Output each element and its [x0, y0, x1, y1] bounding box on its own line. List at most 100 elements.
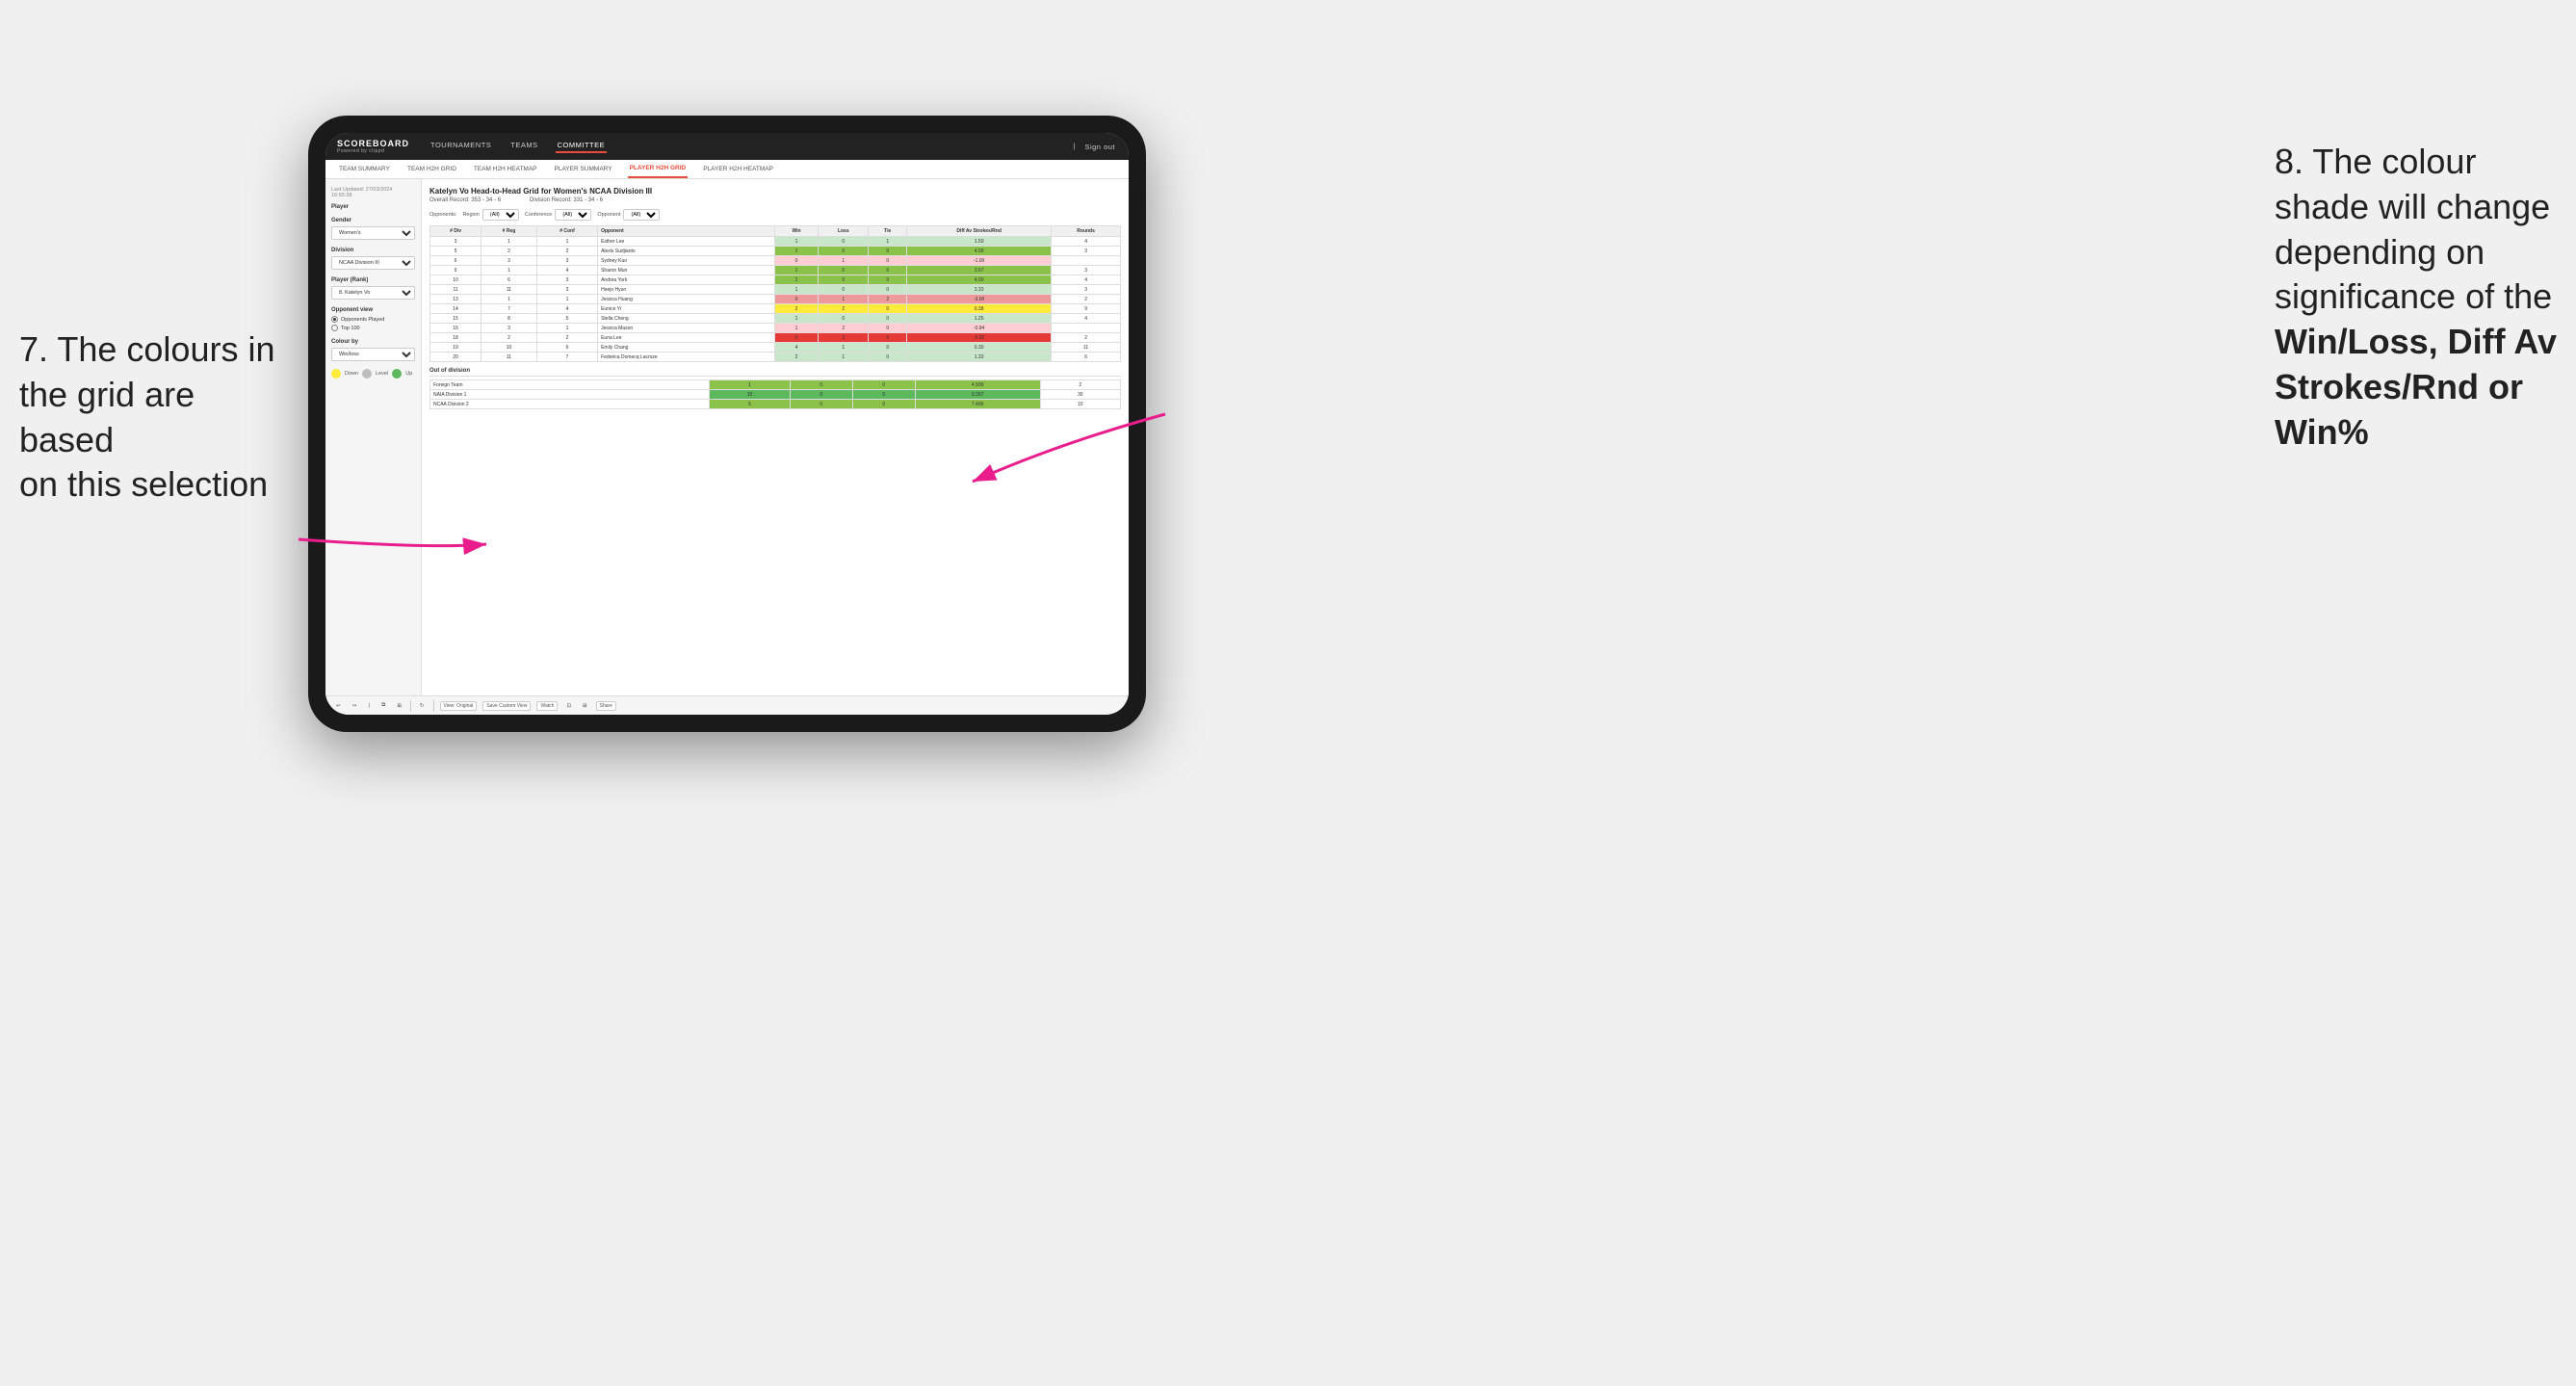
color-label-down: Down: [345, 371, 358, 377]
cell-tie: 0: [869, 304, 907, 314]
cell-tie: 0: [869, 266, 907, 275]
player-rank-select[interactable]: 8. Katelyn Vo: [331, 286, 415, 300]
refresh-btn[interactable]: ↻: [417, 702, 428, 710]
sidebar-player-rank-label: Player (Rank): [331, 277, 415, 283]
cell-conf: 7: [536, 353, 597, 362]
annotation-right-line2: shade will change: [2275, 187, 2550, 226]
region-filter[interactable]: (All): [482, 209, 519, 221]
radio2-label: Top 100: [341, 326, 360, 331]
cell-reg: 1: [481, 295, 537, 304]
cell-rounds: [1052, 324, 1121, 333]
cell-conf: 6: [536, 343, 597, 353]
sub-nav-player-h2h-heatmap[interactable]: PLAYER H2H HEATMAP: [701, 160, 775, 178]
annotation-left-line2: the grid are based: [19, 375, 195, 459]
sidebar-player-label: Player: [331, 204, 415, 210]
annotation-right-bold4: or: [2488, 367, 2523, 406]
nav-tournaments[interactable]: TOURNAMENTS: [429, 141, 493, 153]
ood-cell-diff: 9.267: [915, 390, 1040, 400]
cell-win: 4: [774, 343, 818, 353]
cell-diff-av: 1.50: [907, 237, 1052, 247]
cell-opponent: Stella Cheng: [598, 314, 775, 324]
table-row: 16 3 1 Jessica Mason 1 2 0 -0.94: [430, 324, 1121, 333]
ood-cell-tie: 0: [852, 390, 915, 400]
toolbar-icon1[interactable]: ⊡: [563, 702, 574, 710]
cell-rounds: 11: [1052, 343, 1121, 353]
cell-reg: 8: [481, 314, 537, 324]
cell-reg: 3: [481, 256, 537, 266]
sidebar-colour-by-section: Colour by Win/loss: [331, 339, 415, 361]
sidebar-opponent-view-section: Opponent view Opponents Played Top 100: [331, 307, 415, 331]
cell-rounds: 4: [1052, 237, 1121, 247]
cell-rounds: [1052, 256, 1121, 266]
cell-conf: 1: [536, 295, 597, 304]
cell-rounds: 6: [1052, 353, 1121, 362]
ood-cell-diff: 7.400: [915, 400, 1040, 409]
nav-teams[interactable]: TEAMS: [508, 141, 539, 153]
top-nav: SCOREBOARD Powered by clippd TOURNAMENTS…: [325, 133, 1129, 160]
main-data-table: # Div # Reg # Conf Opponent Win Loss Tie…: [429, 225, 1121, 362]
nav-divider: |: [1074, 144, 1076, 150]
cell-reg: 2: [481, 247, 537, 256]
out-of-division-table: Foreign Team 1 0 0 4.500 2 NAIA Division…: [429, 379, 1121, 409]
sign-out-button[interactable]: Sign out: [1082, 143, 1117, 151]
sub-nav-player-summary[interactable]: PLAYER SUMMARY: [553, 160, 614, 178]
cell-loss: 1: [819, 295, 869, 304]
table-row: 9 1 4 Sharon Mun 1 0 0 3.67 3: [430, 266, 1121, 275]
ood-cell-loss: 0: [790, 390, 852, 400]
radio-top-100[interactable]: Top 100: [331, 325, 415, 331]
step-back-btn[interactable]: ⟨: [365, 702, 373, 710]
paste-btn[interactable]: ⊞: [394, 702, 404, 710]
out-of-division-header: Out of division: [429, 368, 1121, 377]
gender-select[interactable]: Women's: [331, 226, 415, 240]
ood-cell-diff: 4.500: [915, 380, 1040, 390]
cell-tie: 0: [869, 324, 907, 333]
division-select[interactable]: NCAA Division III: [331, 256, 415, 270]
redo-btn[interactable]: ↪: [350, 702, 360, 710]
cell-diff-av: 1.33: [907, 353, 1052, 362]
colour-by-select[interactable]: Win/loss: [331, 348, 415, 361]
cell-opponent: Heejo Hyun: [598, 285, 775, 295]
share-btn[interactable]: Share: [596, 701, 616, 711]
annotation-left-line3: on this selection: [19, 464, 268, 504]
nav-committee[interactable]: COMMITTEE: [556, 141, 608, 153]
sub-nav-player-h2h-grid[interactable]: PLAYER H2H GRID: [628, 160, 689, 178]
save-custom-btn[interactable]: Save Custom View: [482, 701, 531, 711]
cell-loss: 0: [819, 285, 869, 295]
sidebar-division-label: Division: [331, 248, 415, 253]
color-label-up: Up: [405, 371, 412, 377]
table-row: 10 6 3 Andrea York 2 0 0 4.00 4: [430, 275, 1121, 285]
sidebar-division-section: Division NCAA Division III: [331, 248, 415, 270]
copy-btn[interactable]: ⧉: [378, 701, 388, 710]
toolbar-icon2[interactable]: ⊞: [580, 702, 590, 710]
radio-opponents-played[interactable]: Opponents Played: [331, 316, 415, 323]
watch-btn[interactable]: Watch: [536, 701, 558, 711]
sidebar-gender-section: Gender Women's: [331, 218, 415, 240]
cell-conf: 1: [536, 324, 597, 333]
cell-loss: 1: [819, 343, 869, 353]
cell-rounds: 4: [1052, 275, 1121, 285]
sub-nav-team-h2h-heatmap[interactable]: TEAM H2H HEATMAP: [472, 160, 539, 178]
opponent-label: Opponent: [597, 212, 620, 218]
conference-filter[interactable]: (All): [555, 209, 591, 221]
undo-btn[interactable]: ↩: [333, 702, 344, 710]
cell-tie: 0: [869, 285, 907, 295]
cell-diff-av: 1.25: [907, 314, 1052, 324]
cell-win: 0: [774, 256, 818, 266]
table-row: 5 2 2 Alexis Sudjianto 1 0 0 4.00 3: [430, 247, 1121, 256]
cell-div: 11: [430, 285, 481, 295]
color-circle-down: [331, 369, 341, 379]
sub-nav-team-h2h-grid[interactable]: TEAM H2H GRID: [405, 160, 458, 178]
view-original-btn[interactable]: View: Original: [440, 701, 478, 711]
opponent-filter[interactable]: (All): [623, 209, 660, 221]
filter-group-opponent: Opponent (All): [597, 209, 660, 221]
cell-tie: 0: [869, 353, 907, 362]
cell-conf: 2: [536, 247, 597, 256]
main-content: Last Updated: 27/03/202416:55:38 Player …: [325, 179, 1129, 695]
cell-tie: 0: [869, 333, 907, 343]
cell-loss: 0: [819, 247, 869, 256]
logo-text: SCOREBOARD: [337, 139, 409, 148]
sub-nav-team-summary[interactable]: TEAM SUMMARY: [337, 160, 392, 178]
annotation-right-line3: depending on: [2275, 232, 2485, 272]
bottom-toolbar: ↩ ↪ ⟨ ⧉ ⊞ ↻ View: Original Save Custom V…: [325, 695, 1129, 715]
toolbar-divider-1: [410, 700, 411, 712]
